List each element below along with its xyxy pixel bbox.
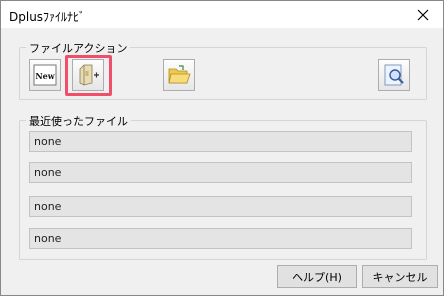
- close-button[interactable]: [403, 1, 443, 28]
- recent-file-item[interactable]: none: [29, 162, 412, 183]
- title-bar: Dplusﾌｧｲﾙﾅﾋﾞ: [1, 1, 443, 28]
- dplus-file-navi-dialog: Dplusﾌｧｲﾙﾅﾋﾞ ファイルアクション New 最近使ったファイル non…: [0, 0, 444, 296]
- new-document-icon: New: [33, 64, 57, 86]
- close-icon: [417, 9, 429, 20]
- window-title: Dplusﾌｧｲﾙﾅﾋﾞ: [9, 10, 86, 24]
- recent-files-label: 最近使ったファイル: [26, 113, 131, 129]
- cancel-button[interactable]: キャンセル: [362, 265, 438, 288]
- open-folder-icon: [168, 65, 191, 84]
- open-folder-button[interactable]: [163, 59, 195, 91]
- search-file-button[interactable]: [378, 59, 410, 91]
- selection-highlight: [65, 55, 112, 96]
- recent-file-item[interactable]: none: [29, 196, 412, 217]
- recent-file-item[interactable]: none: [29, 228, 412, 249]
- help-button[interactable]: ヘルプ(H): [277, 265, 357, 288]
- file-actions-label: ファイルアクション: [26, 40, 131, 56]
- new-file-button[interactable]: New: [29, 59, 61, 91]
- svg-text:New: New: [35, 71, 55, 81]
- recent-file-item[interactable]: none: [29, 131, 412, 152]
- search-document-icon: [384, 64, 404, 86]
